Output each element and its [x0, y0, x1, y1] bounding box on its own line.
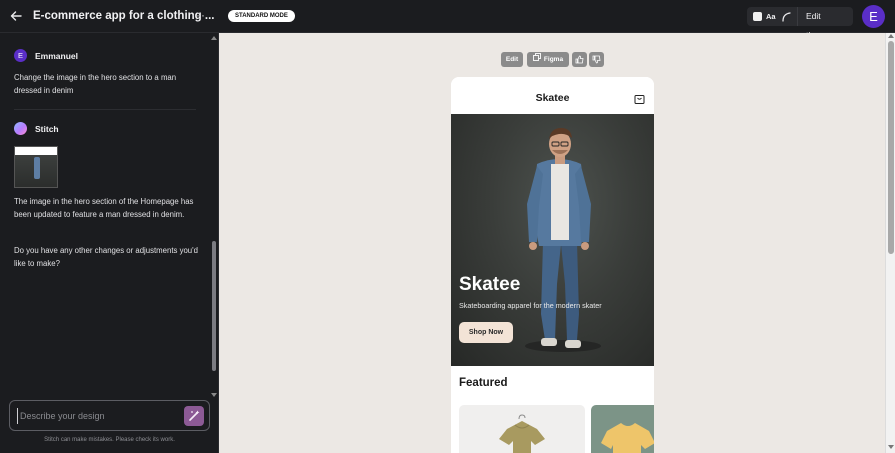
shop-now-button[interactable]: Shop Now [459, 322, 513, 343]
font-button[interactable]: Aa [766, 12, 776, 21]
phone-app-name: Skatee [535, 92, 570, 104]
thumbnail-header [15, 147, 57, 155]
phone-header: Skatee [451, 77, 654, 114]
shopping-bag-icon[interactable] [634, 92, 645, 104]
user-name: Emmanuel [35, 51, 78, 61]
canvas-scrollbar[interactable] [885, 33, 895, 453]
scroll-down-arrow[interactable] [888, 445, 894, 449]
hero-subtitle: Skateboarding apparel for the modern ska… [459, 301, 602, 310]
chat-scrollbar[interactable] [212, 241, 216, 371]
design-thumbnail[interactable] [14, 146, 58, 188]
account-avatar[interactable]: E [862, 5, 885, 28]
product-image [601, 423, 654, 453]
back-arrow-icon[interactable] [9, 9, 23, 23]
hero-title: Skatee [459, 274, 521, 295]
divider [14, 109, 196, 110]
canvas-scroll-thumb[interactable] [888, 41, 894, 254]
top-bar: E-commerce app for a clothing ... ··· ST… [0, 0, 895, 40]
scroll-down-arrow[interactable] [211, 393, 217, 397]
prompt-composer [9, 400, 210, 431]
figma-label: Figma [543, 56, 564, 64]
edit-theme-button[interactable]: Edit theme [797, 7, 853, 40]
prompt-input[interactable] [17, 408, 177, 424]
figma-button[interactable]: Figma [527, 52, 569, 67]
user-avatar: E [14, 49, 27, 62]
assistant-reply: The image in the hero section of the Hom… [14, 197, 194, 219]
mode-badge[interactable]: STANDARD MODE [228, 10, 295, 22]
thumbnail-figure [34, 157, 40, 179]
user-message: Change the image in the hero section to … [14, 73, 177, 95]
more-icon[interactable]: ··· [191, 8, 206, 22]
copy-icon [532, 52, 541, 67]
edit-button[interactable]: Edit [501, 52, 523, 67]
design-canvas[interactable]: Edit Figma Skatee Skatee Skateboarding a… [219, 33, 885, 453]
product-card[interactable] [459, 405, 585, 453]
arc-icon[interactable] [780, 10, 793, 23]
thumbs-up-icon[interactable] [572, 52, 587, 67]
phone-preview[interactable]: Skatee Skatee Skateboarding apparel for … [451, 77, 654, 453]
assistant-question: Do you have any other changes or adjustm… [14, 246, 198, 268]
project-title: E-commerce app for a clothing ... [33, 10, 215, 22]
chat-panel: E Emmanuel Change the image in the hero … [0, 33, 219, 453]
assistant-name: Stitch [35, 124, 59, 134]
product-card[interactable] [591, 405, 654, 453]
magic-wand-icon[interactable] [184, 406, 204, 426]
disclaimer-text: Stitch can make mistakes. Please check i… [44, 437, 175, 443]
hero-section: Skatee Skateboarding apparel for the mod… [451, 114, 654, 366]
product-image [499, 414, 545, 453]
scroll-up-arrow[interactable] [211, 36, 217, 40]
theme-controls: Aa Edit theme [747, 7, 853, 40]
stitch-logo-icon [14, 122, 27, 135]
app-window: E-commerce app for a clothing ... ··· ST… [0, 0, 895, 453]
thumbs-down-icon[interactable] [589, 52, 604, 67]
featured-heading: Featured [459, 377, 508, 389]
color-square-icon[interactable] [753, 12, 762, 21]
scroll-up-arrow[interactable] [888, 34, 894, 38]
